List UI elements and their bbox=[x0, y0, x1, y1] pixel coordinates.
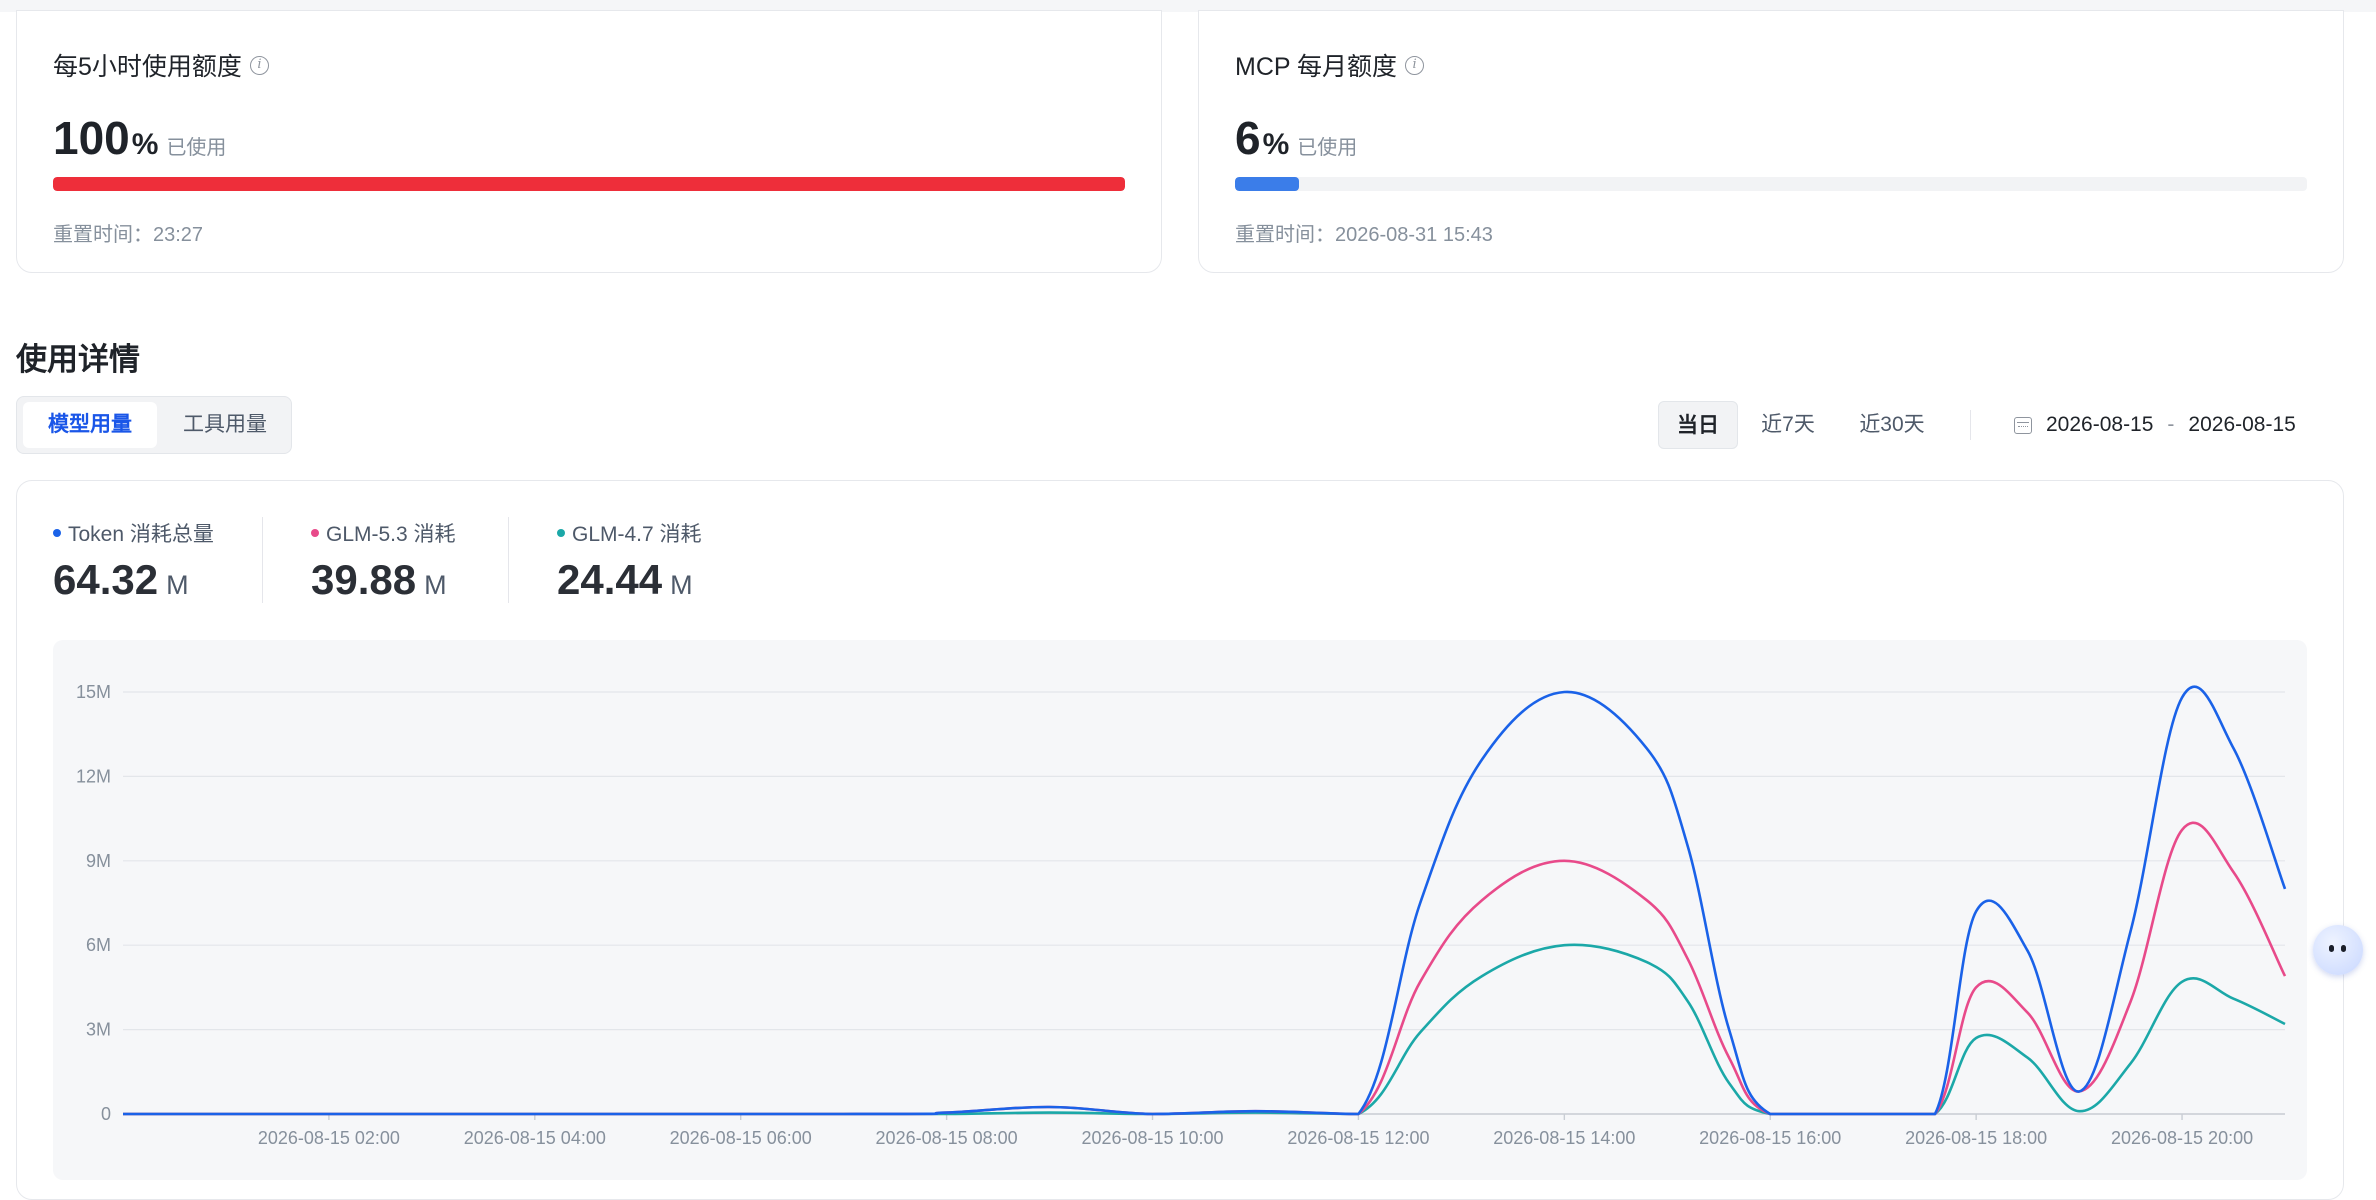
quota-title: 每5小时使用额度 i bbox=[53, 47, 269, 83]
legend-dot bbox=[53, 529, 61, 537]
range-today-button[interactable]: 当日 bbox=[1658, 401, 1738, 449]
quota-value: 100 % 已使用 bbox=[53, 112, 227, 164]
x-tick-label: 2026-08-15 02:00 bbox=[258, 1128, 400, 1148]
x-tick-label: 2026-08-15 04:00 bbox=[464, 1128, 606, 1148]
assistant-bot-button[interactable] bbox=[2313, 925, 2363, 975]
quota-progress-fill bbox=[53, 177, 1125, 191]
quota-title: MCP 每月额度 i bbox=[1235, 47, 1425, 83]
usage-tabs: 模型用量 工具用量 bbox=[16, 396, 292, 454]
divider bbox=[508, 517, 509, 603]
section-title: 使用详情 bbox=[16, 342, 140, 377]
stat-glm53: GLM-5.3 消耗 39.88 M bbox=[311, 523, 456, 603]
tab-model-usage[interactable]: 模型用量 bbox=[23, 402, 157, 448]
reset-time: 重置时间：23:27 bbox=[53, 224, 204, 246]
x-tick-label: 2026-08-15 08:00 bbox=[876, 1128, 1018, 1148]
y-tick-label: 15M bbox=[76, 682, 111, 702]
legend-dot bbox=[311, 529, 319, 537]
x-tick-label: 2026-08-15 16:00 bbox=[1699, 1128, 1841, 1148]
usage-line-chart: 0 3M 6M 9M 12M 15M 2026-08-15 02:00 2026-08-15 … bbox=[76, 682, 2287, 1148]
calendar-icon bbox=[2014, 416, 2032, 434]
x-tick-label: 2026-08-15 14:00 bbox=[1493, 1128, 1635, 1148]
tab-tool-usage[interactable]: 工具用量 bbox=[163, 402, 287, 448]
divider bbox=[262, 517, 263, 603]
quota-progress-fill bbox=[1235, 177, 1300, 191]
series-line-0 bbox=[123, 685, 2287, 1116]
range-30d-button[interactable]: 近30天 bbox=[1842, 401, 1942, 449]
quota-value: 6 % 已使用 bbox=[1235, 112, 1358, 164]
y-tick-label: 3M bbox=[86, 1020, 111, 1040]
quota-progress-bar bbox=[53, 177, 1125, 191]
quota-card-5h: 每5小时使用额度 i 100 % 已使用 重置时间：23:27 bbox=[16, 10, 1162, 273]
x-tick-label: 2026-08-15 12:00 bbox=[1287, 1128, 1429, 1148]
stat-total: Token 消耗总量 64.32 M bbox=[53, 523, 214, 603]
info-icon[interactable]: i bbox=[249, 55, 269, 75]
quota-progress-bar bbox=[1235, 177, 2307, 191]
y-tick-label: 0 bbox=[101, 1104, 111, 1124]
x-tick-label: 2026-08-15 10:00 bbox=[1081, 1128, 1223, 1148]
y-tick-label: 12M bbox=[76, 766, 111, 786]
bot-eye-icon bbox=[2341, 945, 2346, 952]
bot-eye-icon bbox=[2329, 945, 2334, 952]
x-tick-label: 2026-08-15 18:00 bbox=[1905, 1128, 2047, 1148]
series-line-1 bbox=[123, 821, 2287, 1116]
y-tick-label: 9M bbox=[86, 851, 111, 871]
quota-card-mcp: MCP 每月额度 i 6 % 已使用 重置时间：2026-08-31 15:43 bbox=[1198, 10, 2344, 273]
x-tick-label: 2026-08-15 20:00 bbox=[2111, 1128, 2253, 1148]
legend-dot bbox=[557, 529, 565, 537]
y-tick-label: 6M bbox=[86, 935, 111, 955]
info-icon[interactable]: i bbox=[1405, 55, 1425, 75]
divider bbox=[1970, 410, 1971, 440]
reset-time: 重置时间：2026-08-31 15:43 bbox=[1235, 224, 1493, 246]
stat-glm47: GLM-4.7 消耗 24.44 M bbox=[557, 523, 702, 603]
range-7d-button[interactable]: 近7天 bbox=[1748, 401, 1828, 449]
x-tick-label: 2026-08-15 06:00 bbox=[670, 1128, 812, 1148]
date-range-picker[interactable]: 2026-08-15 - 2026-08-15 bbox=[2014, 401, 2296, 449]
